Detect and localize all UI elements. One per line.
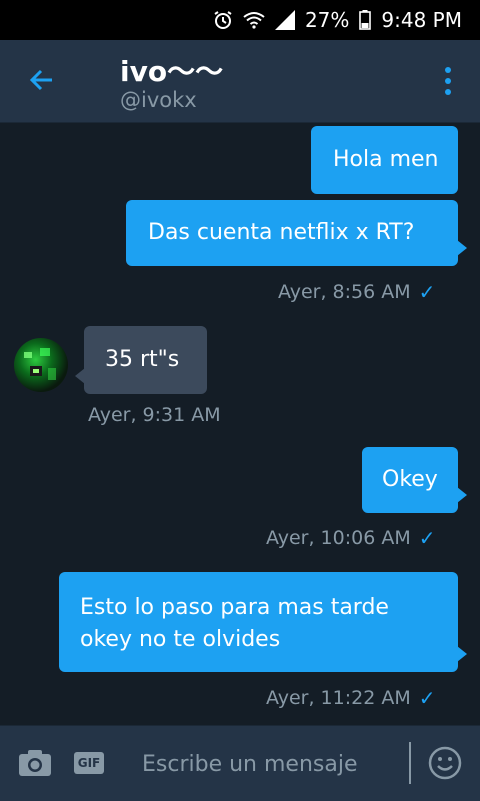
back-arrow-icon: [29, 69, 52, 91]
message-meta: Ayer, 10:06 AM ✓: [266, 526, 435, 550]
message-text: Hola men: [333, 147, 439, 172]
alarm-icon: [213, 10, 233, 30]
avatar[interactable]: [14, 338, 68, 392]
gif-icon: GIF: [77, 756, 101, 770]
message-bubble-sent[interactable]: Das cuenta netflix x RT?: [126, 200, 467, 266]
message-timestamp: Ayer, 8:56 AM: [278, 281, 411, 303]
contact-handle[interactable]: @ivokx: [120, 88, 197, 112]
message-composer: GIF: [0, 725, 480, 801]
emoji-button[interactable]: [428, 746, 462, 780]
message-bubble-sent[interactable]: Esto lo paso para mas tarde okey no te o…: [59, 572, 467, 672]
message-meta: Ayer, 8:56 AM ✓: [278, 280, 435, 304]
message-list[interactable]: Hola men Das cuenta netflix x RT? Ayer, …: [0, 122, 480, 725]
message-timestamp: Ayer, 11:22 AM: [266, 687, 411, 709]
wifi-icon: [243, 11, 265, 29]
message-text: Okey: [382, 467, 438, 492]
message-bubble-sent[interactable]: Hola men: [311, 126, 458, 194]
message-meta: Ayer, 9:31 AM: [88, 404, 221, 426]
message-timestamp: Ayer, 9:31 AM: [88, 404, 221, 426]
contact-name[interactable]: ivo〜〜: [120, 50, 223, 90]
more-options-button[interactable]: [436, 64, 460, 98]
message-text: 35 rt"s: [105, 347, 180, 372]
conversation-header: ivo〜〜 @ivokx: [0, 40, 480, 123]
message-meta: Ayer, 11:22 AM ✓: [266, 686, 435, 710]
battery-icon: [359, 10, 372, 30]
message-timestamp: Ayer, 10:06 AM: [266, 527, 411, 549]
camera-button[interactable]: [18, 748, 52, 778]
more-vertical-icon: [445, 67, 451, 95]
check-icon: ✓: [418, 280, 436, 304]
message-input[interactable]: [132, 744, 392, 784]
signal-icon: [274, 10, 295, 30]
composer-divider: [409, 742, 411, 784]
status-bar: 27% 9:48 PM: [0, 0, 480, 40]
check-icon: ✓: [418, 526, 436, 550]
message-bubble-sent[interactable]: Okey: [362, 447, 467, 513]
emoji-icon: [428, 746, 462, 780]
message-bubble-received[interactable]: 35 rt"s: [75, 326, 207, 394]
message-text: Esto lo paso para mas tarde okey no te o…: [80, 595, 389, 652]
camera-icon: [19, 750, 51, 776]
check-icon: ✓: [418, 686, 436, 710]
message-text: Das cuenta netflix x RT?: [148, 220, 415, 245]
battery-percent: 27%: [304, 8, 350, 32]
back-button[interactable]: [26, 64, 58, 96]
status-time: 9:48 PM: [381, 8, 462, 32]
gif-button[interactable]: GIF: [74, 752, 104, 774]
